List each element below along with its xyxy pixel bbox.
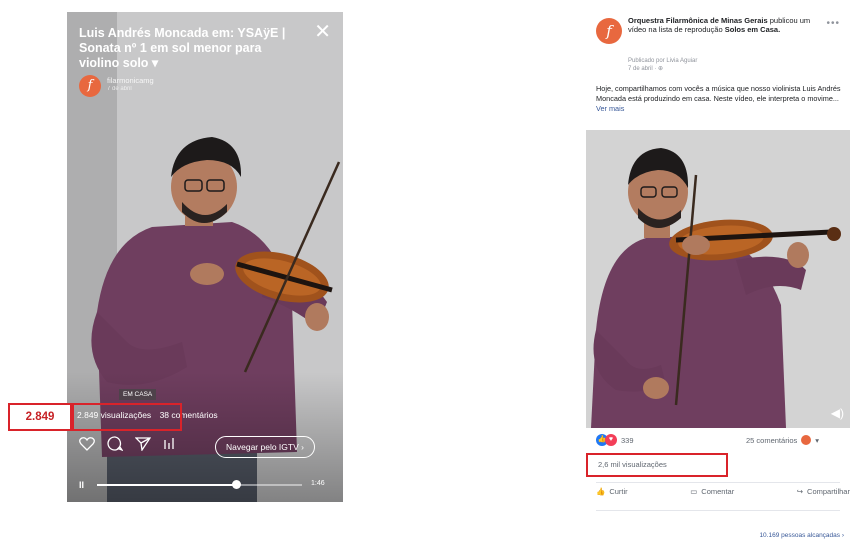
account-avatar[interactable]: f <box>79 75 101 97</box>
fb-views-highlight: 2,6 mil visualizações <box>586 453 728 477</box>
people-reached-link[interactable]: 10.169 pessoas alcançadas › <box>759 532 844 539</box>
violinist-video-frame-fb <box>586 130 850 428</box>
page-name[interactable]: Orquestra Filarmônica de Minas Gerais <box>628 16 768 25</box>
comment-label: Comentar <box>701 487 735 496</box>
video-title[interactable]: Luis Andrés Moncada em: YSAÿE | Sonata n… <box>79 26 304 71</box>
equalizer-icon[interactable] <box>163 436 175 451</box>
post-date: 7 de abril <box>107 86 132 92</box>
close-icon[interactable]: ✕ <box>314 22 331 42</box>
post-body: Hoje, compartilhamos com vocês a música … <box>596 84 841 103</box>
facebook-post: f Orquestra Filarmônica de Minas Gerais … <box>586 10 850 545</box>
thumbs-up-icon: 👍 <box>596 487 606 496</box>
page-avatar[interactable]: f <box>596 18 622 44</box>
post-text: Hoje, compartilhamos com vocês a música … <box>596 84 846 114</box>
reactions-summary[interactable]: 👍 ♥ 339 <box>596 434 634 446</box>
post-date-line: 7 de abril · ⊕ <box>628 65 697 73</box>
comment-icon[interactable] <box>107 436 123 451</box>
see-more-link[interactable]: Ver mais <box>596 104 624 113</box>
globe-icon: ⊕ <box>658 66 664 72</box>
like-button[interactable]: 👍 Curtir <box>596 487 628 496</box>
fb-view-count: 2,6 mil visualizações <box>598 460 667 469</box>
dropdown-caret-icon[interactable]: ▾ <box>815 436 819 445</box>
comments-summary[interactable]: 25 comentários ▾ <box>746 435 819 445</box>
share-button[interactable]: ↪ Compartilhar <box>797 487 850 496</box>
progress-bar[interactable] <box>97 480 302 489</box>
progress-fill <box>97 484 237 486</box>
divider <box>596 482 840 483</box>
reaction-count: 339 <box>621 435 634 445</box>
volume-icon[interactable]: ◀) <box>831 406 844 420</box>
action-icons <box>79 436 175 451</box>
heart-icon[interactable] <box>79 436 95 451</box>
video-time: 1:46 <box>311 480 325 487</box>
pause-icon[interactable]: II <box>79 480 84 490</box>
published-by: Publicado por Livia Aguiar <box>628 58 698 64</box>
share-label: Compartilhar <box>807 487 850 496</box>
more-options-icon[interactable]: ••• <box>826 18 840 29</box>
post-actions: 👍 Curtir ▭ Comentar ↪ Compartilhar <box>596 487 850 496</box>
share-arrow-icon: ↪ <box>796 487 804 496</box>
fb-comment-count: 25 comentários <box>746 435 798 445</box>
browse-igtv-button[interactable]: Navegar pelo IGTV › <box>215 436 315 458</box>
post-meta: Publicado por Livia Aguiar 7 de abril · … <box>628 57 697 73</box>
screenshot-stage: Luis Andrés Moncada em: YSAÿE | Sonata n… <box>0 0 850 545</box>
fb-post-date[interactable]: 7 de abril · <box>628 66 658 72</box>
facebook-video[interactable]: ◀) <box>586 130 850 428</box>
playlist-link[interactable]: Solos em Casa. <box>725 25 780 34</box>
divider-bottom <box>596 510 840 511</box>
love-reaction-icon: ♥ <box>605 434 617 446</box>
comment-button[interactable]: ▭ Comentar <box>690 487 734 496</box>
like-label: Curtir <box>609 487 628 496</box>
post-header: Orquestra Filarmônica de Minas Gerais pu… <box>628 16 828 34</box>
views-callout-label: 2.849 <box>8 403 72 431</box>
commenter-avatar-icon <box>801 435 812 445</box>
em-casa-tag: EM CASA <box>119 389 157 400</box>
comment-bubble-icon: ▭ <box>690 487 698 496</box>
views-highlight-box <box>72 403 182 431</box>
account-name[interactable]: filarmonicamg <box>107 76 154 85</box>
send-icon[interactable] <box>135 436 151 451</box>
